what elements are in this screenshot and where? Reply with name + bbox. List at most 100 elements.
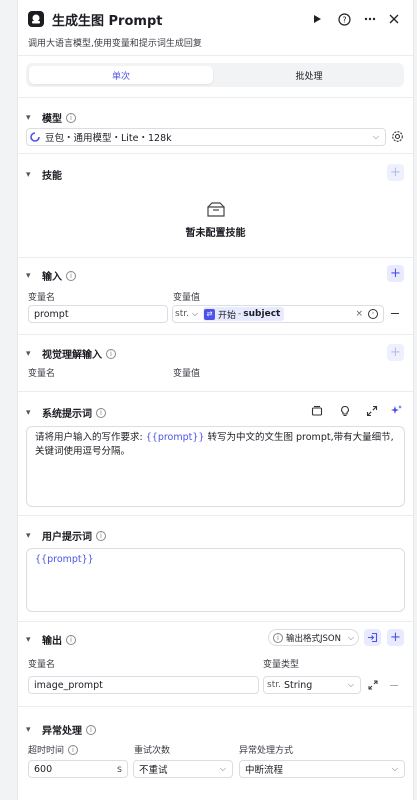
skills-title: 技能 — [42, 171, 62, 182]
visual-input-section: ▾ 视觉理解输入 i + 变量名 变量值 — [18, 334, 413, 391]
skills-section-header[interactable]: ▾ 技能 — [26, 167, 62, 183]
retry-select[interactable]: 不重试 ⌵ — [133, 760, 233, 778]
mode-tabs: 单次 批处理 — [26, 63, 404, 87]
chevron-down-icon[interactable]: ▾ — [26, 170, 38, 180]
ref-node: 开始 — [218, 310, 237, 321]
info-icon[interactable]: i — [66, 634, 76, 645]
import-icon — [368, 632, 378, 643]
error-handling-section: ▾ 异常处理 i 超时时间 i 重试次数 异常处理方式 600 s 不重试 ⌵ 中断流… — [18, 706, 413, 800]
model-title: 模型 — [42, 114, 62, 125]
info-icon[interactable]: i — [96, 530, 106, 541]
output-format-value: 输出格式JSON — [286, 633, 341, 644]
retry-value: 不重试 — [139, 765, 168, 776]
output-name-field[interactable]: image_prompt — [28, 676, 259, 694]
chevron-down-icon[interactable]: ▾ — [26, 408, 38, 418]
doubao-icon — [30, 132, 40, 142]
info-icon[interactable]: i — [68, 744, 79, 755]
import-output-button[interactable] — [364, 629, 381, 646]
output-col-type: 变量类型 — [263, 660, 300, 670]
clear-icon[interactable]: × — [355, 309, 363, 319]
info-icon[interactable]: i — [96, 407, 106, 418]
mode-label: 异常处理方式 — [239, 746, 294, 756]
error-handling-header[interactable]: ▾ 异常处理 i — [26, 722, 96, 737]
chevron-down-icon: ⌵ — [219, 764, 226, 773]
variable-reference-tag[interactable]: ⇄ 开始 - subject — [203, 307, 285, 321]
system-prompt-section: ▾ 系统提示词 i 请将用户输入的写作要求: {{prompt}} 转写为中文的文生… — [18, 391, 413, 515]
node-title[interactable]: 生成生图 Prompt — [52, 10, 162, 29]
chevron-down-icon[interactable]: ⌵ — [192, 309, 198, 319]
close-icon[interactable] — [386, 11, 402, 27]
output-type-prefix: str. — [267, 680, 281, 690]
system-prompt-header[interactable]: ▾ 系统提示词 i — [26, 405, 106, 420]
timeout-label-text: 超时时间 — [28, 746, 65, 756]
chevron-down-icon[interactable]: ▾ — [26, 271, 38, 281]
visual-col-value: 变量值 — [173, 369, 201, 379]
chevron-down-icon[interactable]: ▾ — [26, 635, 38, 645]
output-format-select[interactable]: i 输出格式JSON ⌵ — [268, 629, 359, 646]
tab-single[interactable]: 单次 — [29, 66, 213, 84]
more-icon[interactable] — [362, 11, 378, 27]
error-mode-select[interactable]: 中断流程 ⌵ — [239, 760, 405, 778]
node-description[interactable]: 调用大语言模型,使用变量和提示词生成回复 — [28, 36, 202, 49]
ai-sparkle-icon[interactable] — [390, 404, 403, 417]
prompt-library-icon[interactable] — [311, 405, 323, 417]
info-icon: i — [273, 632, 283, 643]
tab-batch[interactable]: 批处理 — [217, 66, 401, 84]
add-skill-button[interactable]: + — [387, 164, 404, 181]
input-title: 输入 — [42, 272, 62, 283]
model-select[interactable]: 豆包・通用模型・Lite・128k ⌵ — [26, 128, 386, 146]
output-title: 输出 — [42, 636, 62, 647]
help-icon[interactable]: ? — [336, 11, 352, 27]
expand-icon[interactable] — [368, 680, 378, 690]
input-value-field[interactable]: str. ⌵ ⇄ 开始 - subject × ◦ — [172, 305, 384, 323]
remove-output-icon[interactable] — [390, 685, 398, 686]
visual-col-name: 变量名 — [28, 369, 56, 379]
node-config-panel: 生成生图 Prompt ? 调用大语言模型,使用变量和提示词生成回复 单次 批处… — [17, 0, 414, 800]
chevron-down-icon: ⌵ — [347, 680, 354, 689]
input-section-header[interactable]: ▾ 输入 i — [26, 268, 76, 283]
user-prompt-title: 用户提示词 — [42, 532, 92, 543]
model-section-header[interactable]: ▾ 模型 i — [26, 110, 76, 125]
system-prompt-variable[interactable]: {{prompt}} — [146, 432, 205, 443]
info-icon[interactable]: i — [66, 112, 76, 123]
input-section: ▾ 输入 i + 变量名 变量值 prompt str. ⌵ ⇄ 开始 - subj… — [18, 257, 413, 334]
add-input-button[interactable]: + — [387, 265, 404, 282]
chevron-down-icon: ⌵ — [372, 132, 379, 141]
system-prompt-editor[interactable]: 请将用户输入的写作要求: {{prompt}} 转写为中文的文生图 prompt… — [26, 426, 405, 507]
user-prompt-header[interactable]: ▾ 用户提示词 i — [26, 528, 106, 543]
chevron-down-icon[interactable]: ▾ — [26, 349, 38, 359]
output-type-select[interactable]: str. String ⌵ — [263, 676, 361, 694]
add-visual-input-button[interactable]: + — [387, 344, 404, 361]
input-name-field[interactable]: prompt — [28, 305, 168, 323]
system-prompt-text-before: 请将用户输入的写作要求: — [35, 432, 143, 443]
user-prompt-variable[interactable]: {{prompt}} — [35, 554, 94, 565]
input-type[interactable]: str. — [175, 309, 189, 319]
add-output-button[interactable]: + — [387, 629, 404, 646]
visual-input-section-header[interactable]: ▾ 视觉理解输入 i — [26, 346, 116, 361]
timeout-input[interactable]: 600 s — [28, 760, 128, 778]
chevron-down-icon[interactable]: ▾ — [26, 531, 38, 541]
chevron-down-icon[interactable]: ▾ — [26, 113, 38, 123]
input-col-value: 变量值 — [173, 293, 201, 303]
variable-picker-icon[interactable]: ◦ — [368, 309, 378, 319]
visual-input-title: 视觉理解输入 — [42, 350, 102, 361]
model-settings-gear-icon[interactable] — [391, 130, 405, 144]
input-col-name: 变量名 — [28, 293, 56, 303]
user-prompt-editor[interactable]: {{prompt}} — [26, 548, 405, 612]
node-logo-icon — [28, 11, 44, 27]
info-icon[interactable]: i — [106, 348, 116, 359]
expand-icon[interactable] — [366, 405, 378, 417]
info-icon[interactable]: i — [66, 270, 76, 281]
start-node-icon: ⇄ — [204, 308, 216, 320]
ref-var: subject — [243, 309, 281, 319]
run-icon[interactable] — [309, 11, 325, 27]
empty-box-icon — [205, 199, 227, 219]
info-icon[interactable]: i — [86, 724, 96, 735]
remove-input-icon[interactable] — [391, 313, 399, 314]
bulb-icon[interactable] — [339, 405, 351, 417]
user-prompt-section: ▾ 用户提示词 i {{prompt}} — [18, 515, 413, 621]
chevron-down-icon[interactable]: ▾ — [26, 725, 38, 735]
output-type-value: String — [283, 679, 313, 691]
output-section-header[interactable]: ▾ 输出 i — [26, 632, 76, 647]
timeout-label: 超时时间 i — [28, 743, 79, 756]
